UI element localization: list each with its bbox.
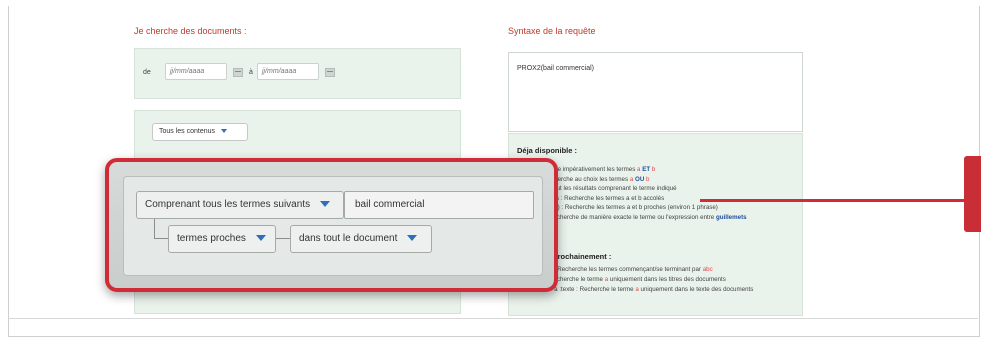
divider [8,318,978,319]
pointer-line [700,199,981,202]
help-line: a b) : Recherche les termes a et b proch… [549,204,718,211]
scope-dropdown[interactable]: dans tout le document [290,225,432,253]
dropdown-arrow-icon [255,235,266,242]
help-line: c : Recherche les termes commençant/se t… [549,266,713,273]
scope-label: dans tout le document [299,233,398,244]
available-title: Déja disponible : [517,146,578,155]
date-to-input[interactable]: jj/mm/aaaa [257,63,319,80]
date-from-input[interactable]: jj/mm/aaaa [165,63,227,80]
help-line: ous : Recherche les termes a et b accolé… [549,194,665,202]
soon-title: prochainement : [553,252,612,261]
help-line: rche impérativement les termes a ET b [549,166,656,173]
dropdown-arrow-icon [320,201,331,208]
query-text: PROX2(bail commercial) [517,65,595,72]
help-line: « a :texte : Recherche le terme a unique… [549,286,754,293]
terms-mode-label: Comprenant tous les termes suivants [145,199,311,210]
dropdown-arrow-icon [407,235,418,242]
date-from-label: de [143,69,151,76]
content-filter-label: Tous les contenus [159,128,216,135]
help-line: xclut les résultats comprenant le terme … [549,185,677,192]
criteria-builder: Comprenant tous les termes suivants bail… [123,176,543,276]
query-box[interactable]: PROX2(bail commercial) [508,52,803,132]
date-to-label: à [249,69,253,76]
tree-connector [154,238,168,239]
calendar-icon[interactable] [325,68,335,77]
date-range-panel: de jj/mm/aaaa à jj/mm/aaaa [134,48,461,99]
calendar-icon[interactable] [233,68,243,77]
help-line: Recherche de manière exacte le terme ou … [549,213,747,221]
help-line: Recherche le terme a uniquement dans les… [549,276,726,283]
query-syntax-heading: Syntaxe de la requête [508,26,596,36]
tree-connector [154,219,155,239]
terms-input[interactable]: bail commercial [344,191,534,219]
proximity-dropdown[interactable]: termes proches [168,225,276,253]
proximity-label: termes proches [177,233,246,244]
help-line: rcherche au choix les termes a OU b [549,175,650,183]
dropdown-arrow-icon [221,129,228,134]
terms-mode-dropdown[interactable]: Comprenant tous les termes suivants [136,191,344,219]
search-heading: Je cherche des documents : [134,26,247,36]
content-filter-dropdown[interactable]: Tous les contenus [152,123,248,141]
tree-connector [276,238,290,239]
pointer-tab [964,156,981,232]
magnified-criteria-overlay: Comprenant tous les termes suivants bail… [105,158,558,292]
